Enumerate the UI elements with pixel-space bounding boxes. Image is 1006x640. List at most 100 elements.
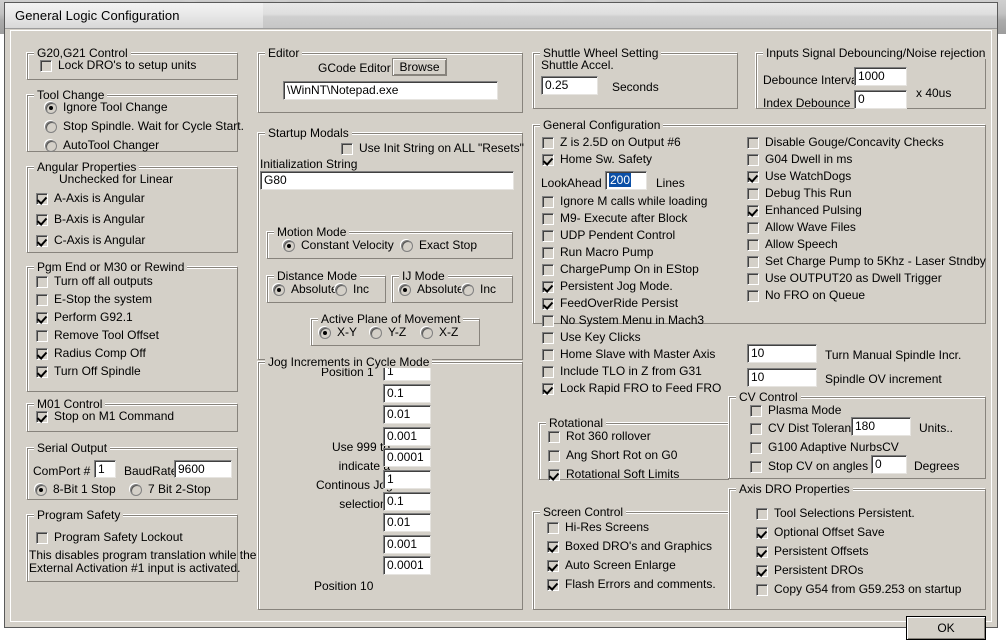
checkbox-program-safety-lockout[interactable]: Program Safety Lockout <box>36 531 183 544</box>
checkbox-genconf-left-b-3[interactable]: Run Macro Pump <box>542 246 653 259</box>
checkbox-pgm-end-4[interactable]: Radius Comp Off <box>36 347 146 360</box>
input-stop-cv-angle[interactable]: 0 <box>871 455 907 474</box>
title-bar[interactable]: General Logic Configuration <box>5 3 997 29</box>
checkbox-rotational-2[interactable]: Rotational Soft Limits <box>548 468 679 481</box>
checkbox-angular-2[interactable]: C-Axis is Angular <box>36 234 145 247</box>
checkbox-icon[interactable] <box>36 365 48 378</box>
input-lookahead[interactable]: 200 <box>605 171 647 190</box>
radio-icon[interactable] <box>45 120 57 133</box>
input-debounce-interval[interactable]: 1000 <box>854 67 907 86</box>
input-baudrate[interactable]: 9600 <box>174 460 232 478</box>
checkbox-icon[interactable] <box>747 221 759 234</box>
checkbox-icon[interactable] <box>36 213 48 226</box>
radio-active-plane-2[interactable]: X-Z <box>421 326 458 339</box>
checkbox-icon[interactable] <box>542 382 554 395</box>
checkbox-icon[interactable] <box>36 531 48 544</box>
checkbox-genconf-left-b-0[interactable]: Ignore M calls while loading <box>542 195 707 208</box>
input-jog-increment-6[interactable]: 1 <box>383 470 431 489</box>
checkbox-icon[interactable] <box>36 275 48 288</box>
checkbox-screen-0[interactable]: Hi-Res Screens <box>547 521 649 534</box>
checkbox-genconf-left-b-6[interactable]: FeedOverRide Persist <box>542 297 678 310</box>
radio-active-plane-1[interactable]: Y-Z <box>370 326 406 339</box>
checkbox-icon[interactable] <box>542 365 554 378</box>
input-gcode-editor-path[interactable]: \WinNT\Notepad.exe <box>283 81 498 100</box>
radio-motion-mode-0[interactable]: Constant Velocity <box>283 239 394 252</box>
input-jog-increment-4[interactable]: 0.001 <box>383 426 431 446</box>
input-spindle-incr[interactable]: 10 <box>747 344 817 363</box>
checkbox-genconf-left-b-5[interactable]: Persistent Jog Mode. <box>542 280 673 293</box>
checkbox-icon[interactable] <box>36 410 48 423</box>
radio-tool-change-1[interactable]: Stop Spindle. Wait for Cycle Start. <box>45 120 244 133</box>
checkbox-icon[interactable] <box>756 564 768 577</box>
checkbox-icon[interactable] <box>36 311 48 324</box>
radio-icon[interactable] <box>370 326 382 339</box>
checkbox-pgm-end-5[interactable]: Turn Off Spindle <box>36 365 141 378</box>
checkbox-icon[interactable] <box>542 195 554 208</box>
radio-icon[interactable] <box>335 283 347 296</box>
checkbox-icon[interactable] <box>747 255 759 268</box>
checkbox-genconf-left-b-10[interactable]: Include TLO in Z from G31 <box>542 365 702 378</box>
checkbox-genconf-left-1[interactable]: Home Sw. Safety <box>542 153 652 166</box>
radio-motion-mode-1[interactable]: Exact Stop <box>401 239 477 252</box>
checkbox-icon[interactable] <box>542 263 554 276</box>
checkbox-icon[interactable] <box>750 441 762 454</box>
checkbox-icon[interactable] <box>747 170 759 183</box>
checkbox-screen-2[interactable]: Auto Screen Enlarge <box>547 559 676 572</box>
checkbox-icon[interactable] <box>747 289 759 302</box>
checkbox-genconf-left-b-9[interactable]: Home Slave with Master Axis <box>542 348 715 361</box>
checkbox-icon[interactable] <box>750 422 762 435</box>
checkbox-pgm-end-3[interactable]: Remove Tool Offset <box>36 329 159 342</box>
radio-icon[interactable] <box>35 483 47 496</box>
checkbox-icon[interactable] <box>747 136 759 149</box>
radio-icon[interactable] <box>462 283 474 296</box>
checkbox-icon[interactable] <box>542 246 554 259</box>
checkbox-pgm-end-0[interactable]: Turn off all outputs <box>36 275 153 288</box>
checkbox-axis-dro-2[interactable]: Persistent Offsets <box>756 545 868 558</box>
checkbox-genconf-left-b-8[interactable]: Use Key Clicks <box>542 331 641 344</box>
checkbox-angular-0[interactable]: A-Axis is Angular <box>36 192 145 205</box>
checkbox-icon[interactable] <box>542 212 554 225</box>
checkbox-icon[interactable] <box>747 272 759 285</box>
checkbox-icon[interactable] <box>747 204 759 217</box>
checkbox-icon[interactable] <box>542 229 554 242</box>
radio-ij-mode-0[interactable]: Absolute <box>399 283 464 296</box>
checkbox-icon[interactable] <box>542 297 554 310</box>
checkbox-icon[interactable] <box>542 280 554 293</box>
checkbox-icon[interactable] <box>747 187 759 200</box>
radio-tool-change-2[interactable]: AutoTool Changer <box>45 139 159 152</box>
checkbox-genconf-left-b-11[interactable]: Lock Rapid FRO to Feed FRO <box>542 382 721 395</box>
checkbox-icon[interactable] <box>750 460 762 473</box>
checkbox-icon[interactable] <box>542 314 554 327</box>
checkbox-icon[interactable] <box>756 545 768 558</box>
checkbox-genconf-right-5[interactable]: Allow Wave Files <box>747 221 856 234</box>
checkbox-genconf-right-9[interactable]: No FRO on Queue <box>747 289 865 302</box>
checkbox-icon[interactable] <box>756 526 768 539</box>
checkbox-stop-on-m1[interactable]: Stop on M1 Command <box>36 410 174 423</box>
radio-serial-bits-0[interactable]: 8-Bit 1 Stop <box>35 483 116 496</box>
checkbox-angular-1[interactable]: B-Axis is Angular <box>36 213 145 226</box>
radio-tool-change-0[interactable]: Ignore Tool Change <box>45 101 168 114</box>
checkbox-genconf-right-1[interactable]: G04 Dwell in ms <box>747 153 852 166</box>
checkbox-icon[interactable] <box>36 293 48 306</box>
radio-icon[interactable] <box>130 483 142 496</box>
checkbox-rotational-1[interactable]: Ang Short Rot on G0 <box>548 449 677 462</box>
input-spindle-ov-incr[interactable]: 10 <box>747 368 817 387</box>
checkbox-icon[interactable] <box>756 583 768 596</box>
ok-button[interactable]: OK <box>906 616 986 640</box>
checkbox-genconf-left-b-4[interactable]: ChargePump On in EStop <box>542 263 699 276</box>
input-jog-increment-7[interactable]: 0.1 <box>383 491 431 511</box>
checkbox-stop-cv-on-angles[interactable]: Stop CV on angles > <box>750 460 878 473</box>
browse-button[interactable]: Browse <box>392 58 447 76</box>
checkbox-genconf-left-b-7[interactable]: No System Menu in Mach3 <box>542 314 704 327</box>
input-index-debounce[interactable]: 0 <box>854 90 907 109</box>
checkbox-icon[interactable] <box>756 507 768 520</box>
checkbox-icon[interactable] <box>542 136 554 149</box>
input-jog-increment-2[interactable]: 0.1 <box>383 383 431 403</box>
checkbox-genconf-right-0[interactable]: Disable Gouge/Concavity Checks <box>747 136 944 149</box>
radio-icon[interactable] <box>283 239 295 252</box>
checkbox-axis-dro-1[interactable]: Optional Offset Save <box>756 526 885 539</box>
input-jog-increment-8[interactable]: 0.01 <box>383 513 431 533</box>
checkbox-genconf-right-4[interactable]: Enhanced Pulsing <box>747 204 862 217</box>
checkbox-cv-dist-tolerance[interactable]: CV Dist Tolerance <box>750 422 864 435</box>
checkbox-genconf-left-0[interactable]: Z is 2.5D on Output #6 <box>542 136 681 149</box>
